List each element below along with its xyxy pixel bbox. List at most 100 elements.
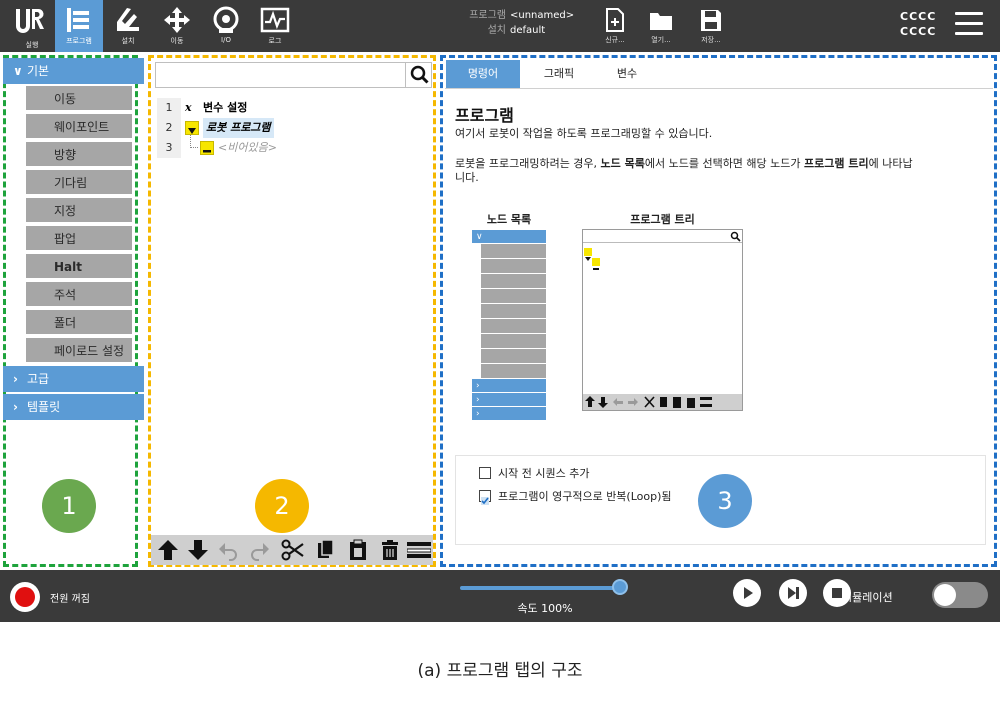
delete-button[interactable] [378, 539, 402, 561]
simulation-label: 시뮬레이션 [842, 591, 893, 604]
nav-run-label: 실행 [25, 41, 39, 49]
category-advanced[interactable]: › 고급 [3, 366, 144, 392]
node-item[interactable]: 폴더 [26, 310, 132, 336]
checkmark-icon [481, 497, 489, 505]
description-2-emphasis-node-list: 노드 목록 [600, 157, 645, 170]
move-up-button[interactable] [156, 539, 180, 561]
chevron-right-icon: › [13, 400, 18, 414]
node-item[interactable]: 웨이포인트 [26, 114, 132, 140]
new-file-button[interactable]: 신규... [597, 5, 633, 49]
loop-forever-label: 프로그램이 영구적으로 반복(Loop)됨 [498, 490, 672, 503]
save-button[interactable]: 저장... [693, 5, 729, 49]
node-item[interactable]: 팝업 [26, 226, 132, 252]
badge-1: 1 [42, 479, 96, 533]
tree-item-empty[interactable]: <비어있음> [218, 138, 277, 158]
description-2-text: 에서 노드를 선택하면 해당 노드가 [644, 157, 805, 170]
suppress-button[interactable] [406, 539, 432, 561]
nav-move[interactable]: 이동 [153, 0, 201, 52]
category-basic[interactable]: ∨ 기본 [3, 58, 144, 84]
open-button[interactable]: 열기... [643, 5, 679, 49]
description-2-emphasis-program-tree: 프로그램 트리 [804, 157, 869, 170]
nav-io[interactable]: I/O [202, 0, 250, 52]
nav-log[interactable]: 로그 [251, 0, 299, 52]
installation-name: default [510, 25, 546, 36]
step-icon [788, 587, 799, 599]
node-item[interactable]: 이동 [26, 86, 132, 112]
mini-program-tree-illustration [582, 229, 743, 411]
program-icon [67, 8, 89, 32]
node-item[interactable]: 기다림 [26, 170, 132, 196]
category-advanced-label: 고급 [27, 372, 50, 386]
undo-icon [219, 543, 237, 561]
arrow-down-icon [188, 540, 208, 560]
suppress-icon [406, 542, 432, 558]
toggle-knob [934, 584, 956, 606]
search-icon [410, 65, 429, 84]
installation-key: 설치 [487, 25, 506, 36]
category-basic-label: 기본 [27, 64, 50, 78]
node-item[interactable]: Halt [26, 254, 132, 280]
program-name: <unnamed> [510, 10, 575, 21]
node-item[interactable]: 지정 [26, 198, 132, 224]
play-button[interactable] [733, 579, 761, 607]
move-icon [164, 7, 190, 33]
program-tree-toolbar [151, 535, 433, 565]
nav-installation[interactable]: 설치 [104, 0, 152, 52]
speed-slider-knob[interactable] [612, 579, 628, 595]
nav-program[interactable]: 프로그램 [55, 0, 103, 52]
installation-icon [117, 8, 139, 31]
nav-program-label: 프로그램 [66, 37, 92, 45]
top-bar: 실행 프로그램 설치 이동 I/O 로그 프로그램 <unnamed> 설치 d… [0, 0, 1000, 52]
tree-item-robot-program[interactable]: 로봇 프로그램 [203, 118, 274, 138]
tab-graphics[interactable]: 그래픽 [525, 60, 593, 88]
step-button[interactable] [779, 579, 807, 607]
copy-button[interactable] [314, 539, 338, 561]
tree-item-variables-setup[interactable]: 변수 설정 [203, 98, 247, 118]
category-templates[interactable]: › 템플릿 [3, 394, 144, 420]
add-before-start-sequence-checkbox[interactable] [479, 467, 491, 479]
new-file-label: 신규... [605, 36, 625, 44]
chevron-down-icon: ∨ [13, 64, 23, 78]
simulation-toggle[interactable] [932, 582, 988, 608]
node-item[interactable]: 방향 [26, 142, 132, 168]
mini-toolbar [583, 394, 742, 410]
mini-chevron-right-icon: › [472, 407, 546, 421]
tab-command[interactable]: 명령어 [446, 60, 520, 88]
description-2-text: 로봇을 프로그래밍하려는 경우, [455, 157, 601, 170]
copy-icon [318, 539, 334, 558]
move-down-button[interactable] [186, 539, 210, 561]
program-tree-search-button[interactable] [405, 62, 432, 88]
paste-button[interactable] [346, 539, 370, 561]
arrow-up-icon [158, 540, 178, 560]
scissors-icon [281, 539, 304, 561]
mini-program-tree-label: 프로그램 트리 [630, 213, 695, 226]
save-label: 저장... [701, 36, 721, 44]
collapse-arrow-icon[interactable] [185, 121, 199, 135]
node-item[interactable]: 주석 [26, 282, 132, 308]
paste-icon [350, 539, 366, 560]
variable-x-icon: x [185, 101, 192, 114]
description-2: 로봇을 프로그래밍하려는 경우, 노드 목록에서 노드를 선택하면 해당 노드가… [455, 157, 990, 185]
play-icon [744, 587, 753, 599]
program-tree-search-input[interactable] [155, 62, 432, 88]
speed-slider-track[interactable] [460, 586, 622, 590]
speed-label: 속도 100% [517, 602, 573, 615]
io-icon [213, 6, 239, 33]
node-item[interactable]: 페이로드 설정 [26, 338, 132, 364]
empty-node-icon[interactable] [200, 141, 214, 155]
power-button[interactable] [10, 582, 40, 612]
mini-node-list-label: 노드 목록 [486, 213, 532, 226]
new-file-icon [606, 8, 624, 32]
mini-chevron-right-icon: › [472, 379, 546, 393]
tab-variables[interactable]: 변수 [595, 60, 659, 88]
chevron-right-icon: › [13, 372, 18, 386]
save-icon [701, 10, 721, 31]
hamburger-menu-icon[interactable] [955, 12, 983, 38]
cut-button[interactable] [281, 539, 305, 561]
redo-button[interactable] [247, 539, 271, 561]
undo-button[interactable] [217, 539, 241, 561]
robot-name: CCCC CCCC [900, 9, 936, 39]
tree-line-number: 2 [157, 118, 181, 138]
nav-run[interactable]: 실행 [8, 0, 56, 52]
loop-forever-checkbox[interactable] [479, 490, 491, 505]
